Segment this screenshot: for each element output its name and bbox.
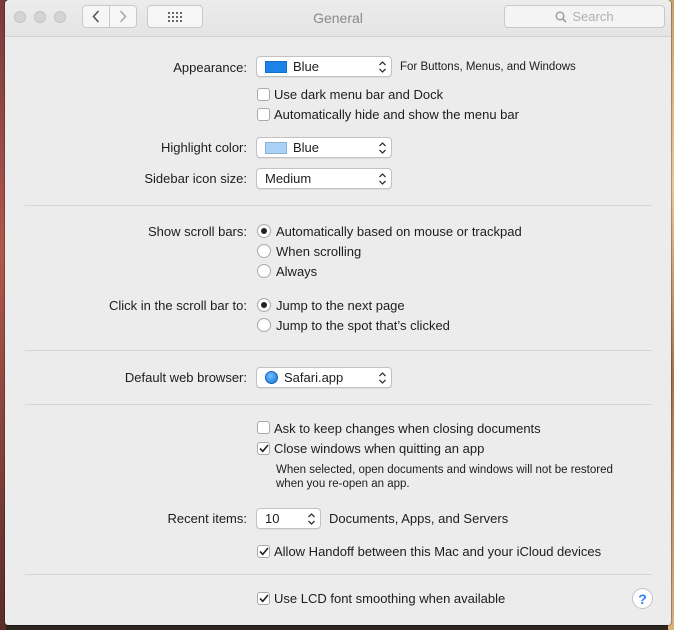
- scroll-click-next-page-label: Jump to the next page: [276, 298, 405, 313]
- scroll-bars-always-label: Always: [276, 264, 318, 279]
- close-windows-label: Close windows when quitting an app: [274, 441, 485, 456]
- search-icon: [555, 11, 567, 23]
- close-windows-checkbox[interactable]: [257, 442, 270, 455]
- search-field[interactable]: Search: [504, 5, 665, 28]
- appearance-label: Appearance:: [173, 60, 247, 75]
- lcd-smoothing-label: Use LCD font smoothing when available: [274, 591, 506, 606]
- close-windows-note-line2: when you re-open an app.: [276, 478, 410, 490]
- show-scroll-bars-label: Show scroll bars:: [148, 224, 247, 239]
- scroll-bars-when-scrolling-label: When scrolling: [276, 244, 362, 259]
- divider: [25, 205, 652, 206]
- scroll-click-next-page-radio[interactable]: [257, 298, 271, 312]
- dark-menu-label: Use dark menu bar and Dock: [274, 87, 444, 102]
- scroll-bars-always-radio[interactable]: [257, 264, 271, 278]
- recent-items-label: Recent items:: [167, 511, 247, 526]
- appearance-color-swatch: [265, 60, 287, 73]
- scroll-bars-automatic-label: Automatically based on mouse or trackpad: [276, 224, 522, 239]
- highlight-color-value: Blue: [293, 140, 320, 155]
- scroll-bars-automatic-radio[interactable]: [257, 224, 271, 238]
- handoff-label: Allow Handoff between this Mac and your …: [274, 544, 602, 559]
- scroll-click-spot-radio[interactable]: [257, 318, 271, 332]
- help-button[interactable]: ?: [632, 588, 653, 609]
- sidebar-icon-size-label: Sidebar icon size:: [144, 171, 247, 186]
- close-windows-note-line1: When selected, open documents and window…: [276, 464, 613, 476]
- appearance-hint: For Buttons, Menus, and Windows: [400, 61, 576, 73]
- scroll-bars-when-scrolling-radio[interactable]: [257, 244, 271, 258]
- radio-selected-dot: [261, 302, 267, 308]
- ask-keep-changes-label: Ask to keep changes when closing documen…: [274, 421, 541, 436]
- default-browser-label: Default web browser:: [124, 370, 247, 385]
- recent-items-value: 10: [265, 511, 280, 526]
- scroll-click-label: Click in the scroll bar to:: [109, 298, 247, 313]
- radio-selected-dot: [261, 228, 267, 234]
- highlight-color-label: Highlight color:: [161, 140, 247, 155]
- highlight-color-popup[interactable]: Blue: [256, 137, 392, 158]
- auto-hide-menu-label: Automatically hide and show the menu bar: [274, 107, 519, 122]
- checkmark-icon: [258, 594, 269, 603]
- preferences-window: General Search Appearance: Blue For Butt…: [5, 0, 671, 625]
- checkmark-icon: [258, 444, 269, 453]
- divider: [25, 404, 652, 405]
- divider: [25, 350, 652, 351]
- title-bar: General Search: [5, 0, 671, 37]
- highlight-color-swatch: [265, 141, 287, 154]
- popup-arrows-icon: [308, 513, 315, 525]
- appearance-value: Blue: [293, 59, 320, 74]
- sidebar-icon-size-popup[interactable]: Medium: [256, 168, 392, 189]
- popup-arrows-icon: [379, 142, 386, 154]
- popup-arrows-icon: [379, 173, 386, 185]
- popup-arrows-icon: [379, 61, 386, 73]
- dark-menu-checkbox[interactable]: [257, 88, 270, 101]
- ask-keep-changes-checkbox[interactable]: [257, 421, 270, 434]
- default-browser-value: Safari.app: [284, 370, 344, 385]
- scroll-click-spot-label: Jump to the spot that’s clicked: [276, 318, 450, 333]
- lcd-smoothing-checkbox[interactable]: [257, 592, 270, 605]
- recent-items-suffix: Documents, Apps, and Servers: [329, 511, 509, 526]
- appearance-popup[interactable]: Blue: [256, 56, 392, 77]
- safari-icon: [265, 371, 278, 384]
- auto-hide-menu-checkbox[interactable]: [257, 108, 270, 121]
- default-browser-popup[interactable]: Safari.app: [256, 367, 392, 388]
- popup-arrows-icon: [379, 372, 386, 384]
- sidebar-icon-size-value: Medium: [265, 171, 312, 186]
- search-placeholder: Search: [572, 9, 614, 24]
- handoff-checkbox[interactable]: [257, 545, 270, 558]
- help-glyph: ?: [638, 590, 647, 607]
- divider: [25, 574, 652, 575]
- checkmark-icon: [258, 547, 269, 556]
- recent-items-popup[interactable]: 10: [256, 508, 321, 529]
